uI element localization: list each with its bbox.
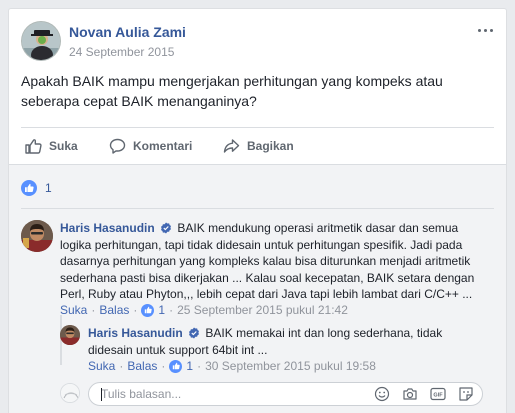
separator: · [161, 359, 166, 373]
share-label: Bagikan [247, 139, 294, 153]
more-icon [484, 29, 487, 32]
post-text-line: seberapa cepat BAIK menanganinya? [21, 93, 257, 109]
reactions-count[interactable]: 1 [45, 181, 52, 195]
author-avatar[interactable] [21, 21, 61, 61]
like-icon [141, 303, 155, 317]
verified-icon [189, 327, 200, 339]
share-button[interactable]: Bagikan [223, 134, 294, 158]
reply-author-name[interactable]: Haris Hasanudin [88, 326, 183, 340]
separator: · [169, 303, 174, 317]
more-icon [490, 29, 493, 32]
post-author[interactable]: Novan Aulia Zami [69, 24, 186, 40]
comment-likes-count[interactable]: 1 [158, 303, 165, 317]
comment-meta: Suka · Balas · 1 · 25 September 2015 puk… [60, 303, 348, 317]
post-card: Novan Aulia Zami 24 September 2015 Apaka… [8, 8, 507, 413]
like-icon [169, 359, 183, 373]
more-options-button[interactable] [478, 25, 494, 37]
action-bar: Suka Komentari Bagikan [21, 127, 494, 163]
text-cursor [101, 388, 102, 401]
comment-date[interactable]: 25 September 2015 pukul 21:42 [177, 303, 348, 317]
like-label: Suka [49, 139, 78, 153]
reply-meta: Suka · Balas · 1 · 30 September 2015 puk… [88, 359, 376, 373]
reply-tools: GIF [362, 386, 474, 402]
svg-text:GIF: GIF [433, 393, 443, 399]
separator: · [91, 303, 96, 317]
sticker-icon[interactable] [458, 386, 474, 402]
emoji-icon[interactable] [374, 386, 390, 402]
comment-body: Haris Hasanudin BAIK mendukung operasi a… [60, 220, 490, 303]
like-icon [21, 180, 37, 196]
divider [21, 208, 494, 209]
share-icon [223, 139, 240, 153]
comment-reply-link[interactable]: Balas [99, 303, 129, 317]
like-icon [25, 139, 42, 154]
post-header: Novan Aulia Zami 24 September 2015 [21, 21, 494, 61]
reactions-summary[interactable]: 1 [21, 179, 52, 197]
comment-like-link[interactable]: Suka [60, 303, 87, 317]
like-button[interactable]: Suka [25, 134, 78, 158]
post-text-line: Apakah BAIK mampu mengerjakan perhitunga… [21, 73, 443, 89]
current-user-avatar [60, 383, 80, 403]
gif-icon[interactable]: GIF [430, 386, 446, 402]
commenter-name[interactable]: Haris Hasanudin [60, 221, 155, 235]
reply-reply-link[interactable]: Balas [127, 359, 157, 373]
verified-icon [161, 222, 172, 234]
comment-button[interactable]: Komentari [109, 134, 192, 158]
separator: · [133, 303, 138, 317]
reply-avatar[interactable] [60, 325, 80, 345]
comments-section: 1 Haris Hasanudin BAIK mendukung operasi… [9, 164, 506, 413]
post-date[interactable]: 24 September 2015 [69, 45, 174, 59]
reply-likes-count[interactable]: 1 [186, 359, 193, 373]
separator: · [119, 359, 124, 373]
more-icon [478, 29, 481, 32]
commenter-avatar[interactable] [21, 220, 53, 252]
post-text: Apakah BAIK mampu mengerjakan perhitunga… [21, 71, 496, 111]
reply-like-link[interactable]: Suka [88, 359, 115, 373]
reply-input-box[interactable]: GIF [88, 382, 483, 406]
comment-label: Komentari [133, 139, 193, 153]
reply-date[interactable]: 30 September 2015 pukul 19:58 [205, 359, 376, 373]
camera-icon[interactable] [402, 386, 418, 402]
separator: · [197, 359, 202, 373]
comment-icon [109, 138, 126, 154]
reply-input[interactable] [101, 387, 341, 401]
reply-body: Haris Hasanudin BAIK memakai int dan lon… [88, 325, 478, 358]
